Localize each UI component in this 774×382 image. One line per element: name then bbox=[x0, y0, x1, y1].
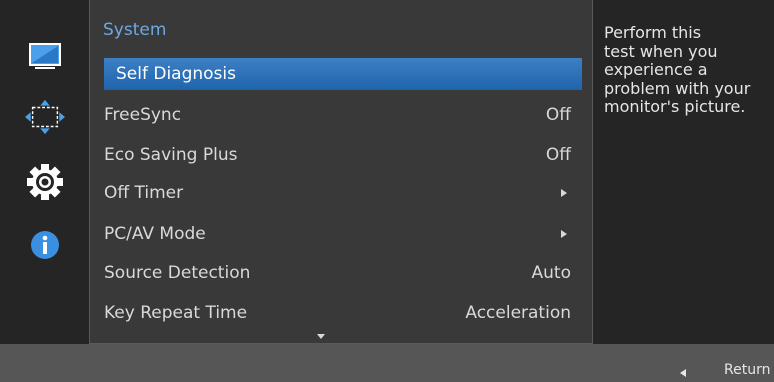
menu-item-freesync[interactable]: FreeSync Off bbox=[104, 99, 582, 131]
menu-item-label: Self Diagnosis bbox=[116, 64, 236, 84]
menu-item-key-repeat-time[interactable]: Key Repeat Time Acceleration bbox=[104, 297, 582, 329]
menu-item-value: Off bbox=[545, 105, 571, 125]
help-line: problem with your bbox=[604, 78, 751, 98]
submenu-arrow-icon bbox=[561, 189, 567, 197]
scroll-down-icon[interactable] bbox=[317, 334, 325, 339]
menu-item-off-timer[interactable]: Off Timer bbox=[104, 177, 582, 209]
menu-item-label: Off Timer bbox=[104, 183, 184, 203]
bottom-bar: Return bbox=[0, 344, 774, 382]
menu-item-pc-av-mode[interactable]: PC/AV Mode bbox=[104, 218, 582, 250]
menu-title: System bbox=[103, 20, 167, 40]
return-arrow-icon[interactable] bbox=[680, 369, 686, 377]
system-menu-panel: System Self Diagnosis FreeSync Off Eco S… bbox=[89, 0, 593, 344]
menu-item-label: PC/AV Mode bbox=[104, 224, 206, 244]
menu-item-eco-saving-plus[interactable]: Eco Saving Plus Off bbox=[104, 139, 582, 171]
resize-arrows-icon[interactable] bbox=[25, 97, 65, 137]
help-line: test when you bbox=[604, 41, 718, 61]
monitor-icon[interactable] bbox=[25, 37, 65, 77]
menu-item-source-detection[interactable]: Source Detection Auto bbox=[104, 257, 582, 289]
info-icon[interactable] bbox=[25, 225, 65, 265]
gear-icon[interactable] bbox=[25, 162, 65, 202]
sidebar bbox=[0, 0, 89, 344]
menu-item-self-diagnosis[interactable]: Self Diagnosis bbox=[104, 58, 582, 90]
menu-item-label: Key Repeat Time bbox=[104, 303, 248, 323]
menu-item-value: Auto bbox=[531, 263, 571, 283]
help-line: Perform this bbox=[604, 23, 702, 42]
menu-item-value: Acceleration bbox=[465, 303, 571, 323]
menu-item-label: FreeSync bbox=[104, 105, 182, 125]
menu-item-label: Eco Saving Plus bbox=[104, 145, 238, 165]
return-label[interactable]: Return bbox=[724, 362, 770, 378]
menu-item-value: Off bbox=[545, 145, 571, 165]
help-text: Perform this test when you experience a … bbox=[604, 23, 774, 117]
help-line: monitor's picture. bbox=[604, 97, 746, 116]
help-line: experience a bbox=[604, 60, 708, 79]
menu-item-label: Source Detection bbox=[104, 263, 251, 283]
submenu-arrow-icon bbox=[561, 230, 567, 238]
